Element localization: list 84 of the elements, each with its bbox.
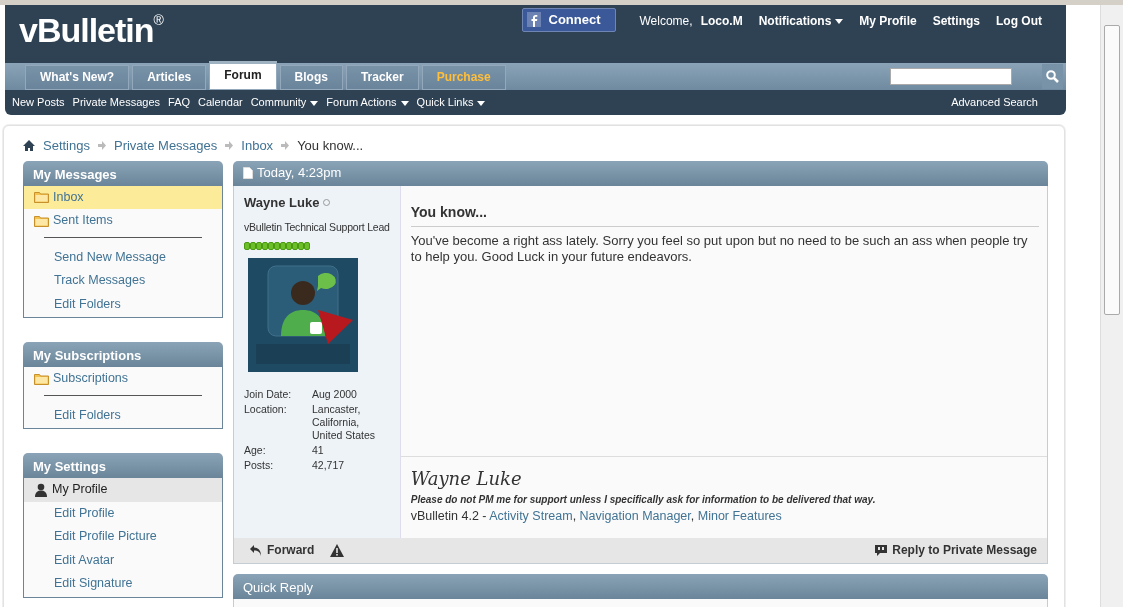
document-icon [243,167,253,179]
message-title: You know... [410,201,1039,227]
signature-link[interactable]: Navigation Manager [579,508,691,523]
subnav-link[interactable]: Calendar [198,94,243,111]
subnav-link[interactable]: Community [250,94,319,111]
detail-value: Aug 2000 [312,387,357,401]
detail-label: Age: [244,444,267,458]
sidebar-item[interactable]: Edit Profile Picture [24,525,222,549]
forward-button[interactable]: Forward [249,541,315,559]
sidebar-item[interactable]: Edit Avatar [24,548,222,572]
subnav-link[interactable]: Forum Actions [326,94,409,111]
subnav-link[interactable]: FAQ [168,94,191,111]
sidebar-item[interactable]: Edit Signature [24,572,222,596]
sidebar-item[interactable]: Send New Message [24,245,222,269]
search-icon [1046,70,1059,83]
signature-name: Wayne Luke [410,466,523,491]
warning-icon[interactable] [330,543,345,557]
breadcrumb-link[interactable]: Private Messages [114,136,218,156]
advanced-search-link[interactable]: Advanced Search [951,94,1038,111]
folder-icon [34,214,49,227]
signature-link[interactable]: Activity Stream [489,508,573,523]
caret-icon [477,100,486,106]
sidebar-item[interactable]: Inbox [24,185,222,209]
logo[interactable]: vBulletin$^{®}$ [5,5,163,63]
sidebar-item[interactable]: Subscriptions [24,367,222,391]
detail-label: Location: [244,402,288,417]
sidebar-item[interactable]: Edit Profile [24,501,222,525]
nav-tab[interactable]: Tracker [345,65,419,90]
sidebar-item[interactable]: Sent Items [24,209,222,233]
nav-tab[interactable]: Forum [209,61,277,90]
arrow-icon [225,141,234,151]
breadcrumb-link[interactable]: Settings [43,136,90,156]
nav-tab[interactable]: What's New? [25,65,130,90]
message-text: You've become a right ass lately. Sorry you feel so put upon but no need to be such an ass when people try to help you. Good Luck in your future endeavors. [410,232,1029,267]
nav-tab[interactable]: Blogs [279,65,343,90]
sidebar-item[interactable]: My Profile [24,478,222,502]
signature-line: vBulletin 4.2 - Activity Stream, Navigation Manager, Minor Features [410,507,783,525]
welcome-text: Welcome, [639,13,693,30]
sidebar-header: My Messages [23,160,223,186]
subnav-link[interactable]: Private Messages [72,94,160,111]
header-link[interactable]: Notifications [758,12,844,30]
search-button[interactable] [1042,64,1063,89]
detail-value: Lancaster, California, United States [312,402,377,443]
breadcrumb-link[interactable]: Inbox [241,136,274,156]
post-date: Today, 4:23pm [257,164,342,183]
quick-reply-title: Quick Reply [243,579,314,595]
caret-icon [400,100,409,106]
detail-value: 41 [312,444,324,458]
caret-icon [835,19,844,25]
subnav-link[interactable]: New Posts [12,94,65,111]
arrow-icon [281,141,290,151]
user-title: vBulletin Technical Support Lead [244,220,390,235]
subnav-link[interactable]: Quick Links [416,94,486,111]
signature-note: Please do not PM me for support unless I specifically ask for information to be delivered that way. [410,492,877,507]
sidebar-header: My Subscriptions [23,342,223,367]
author-name[interactable]: Wayne Luke [244,192,320,212]
username-link[interactable]: Loco.M [700,12,743,30]
header-link[interactable]: Log Out [996,12,1042,30]
reply-button[interactable]: Reply to Private Message [874,541,1037,559]
folder-icon [34,191,49,204]
signature-link[interactable]: Minor Features [697,508,782,523]
caret-icon [310,100,319,106]
sidebar-header: My Settings [23,453,223,478]
user-icon [34,482,48,497]
scrollbar[interactable] [1100,5,1123,607]
arrow-icon [98,141,106,151]
header-link[interactable]: My Profile [859,12,917,30]
return-arrow-icon [249,543,263,557]
detail-label: Join Date: [244,387,293,401]
nav-tab[interactable]: Articles [132,65,207,90]
facebook-connect-button[interactable]: Connect [521,8,616,32]
folder-icon [34,372,49,385]
search-field[interactable] [890,68,1012,85]
speech-bubble-icon [874,543,889,557]
facebook-icon [526,12,541,28]
sidebar-item[interactable]: Edit Folders [24,292,222,316]
breadcrumb-current: You know... [297,137,364,155]
header-link[interactable]: Settings [932,12,980,30]
reputation-bar [244,241,312,250]
detail-value: 42,717 [312,459,345,473]
home-icon[interactable] [23,140,35,152]
detail-label: Posts: [244,459,275,473]
sidebar-item[interactable]: Edit Folders [24,403,222,427]
sidebar-item[interactable]: Track Messages [24,269,222,293]
